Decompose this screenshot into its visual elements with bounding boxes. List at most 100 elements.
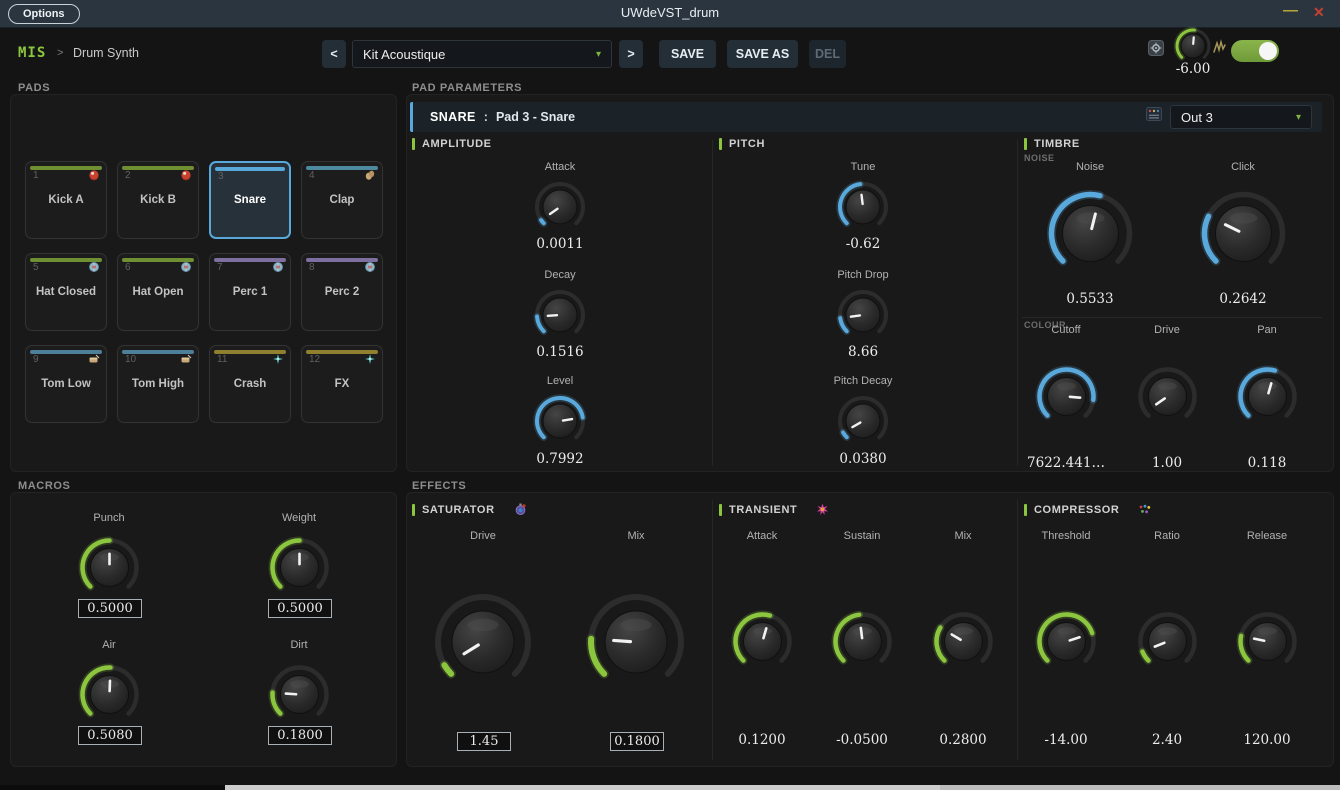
pad-number: 9	[33, 354, 39, 365]
pad-crash[interactable]: 11Crash	[209, 345, 291, 423]
pad-hat-closed[interactable]: 5Hat Closed	[25, 253, 107, 331]
next-preset-button[interactable]: >	[619, 40, 643, 68]
pad-hat-open[interactable]: 6Hat Open	[117, 253, 199, 331]
knob-pitch-drop[interactable]	[834, 286, 892, 349]
knob-value-macro-dirt[interactable]: 0.1800	[268, 726, 332, 745]
compressor-icon	[1138, 503, 1152, 516]
knob-value-sat-drive[interactable]: 1.45	[457, 732, 511, 751]
knob-timbre-drive[interactable]	[1134, 363, 1201, 435]
close-button[interactable]: ✕	[1313, 4, 1325, 21]
output-select-value: Out 3	[1181, 110, 1213, 125]
saturator-title: SATURATOR	[422, 504, 495, 516]
knob-timbre-noise[interactable]	[1044, 187, 1137, 285]
knob-timbre-click[interactable]	[1197, 187, 1290, 285]
tom-icon	[88, 353, 100, 365]
knob-amp-level[interactable]	[531, 392, 589, 455]
pad-label: Tom Low	[26, 378, 106, 390]
pad-tom-high[interactable]: 10Tom High	[117, 345, 199, 423]
column-divider	[1017, 140, 1018, 466]
pad-kick-a[interactable]: 1Kick A	[25, 161, 107, 239]
minimize-button[interactable]: —	[1283, 2, 1298, 19]
macros-panel	[10, 492, 397, 767]
cymbal-icon	[364, 261, 376, 273]
preset-select-value: Kit Acoustique	[363, 47, 445, 62]
knob-trans-mix[interactable]	[930, 608, 997, 680]
knob-comp-threshold[interactable]	[1033, 608, 1100, 680]
save-as-button[interactable]: SAVE AS	[727, 40, 798, 68]
pad-label: Kick B	[118, 194, 198, 206]
crash-icon	[272, 353, 284, 365]
knob-label-timbre-pan: Pan	[1207, 324, 1327, 336]
knob-macro-air[interactable]	[76, 661, 143, 733]
preset-select[interactable]: Kit Acoustique ▾	[352, 40, 612, 68]
knob-sat-drive[interactable]	[430, 589, 536, 700]
knob-value-sat-mix[interactable]: 0.1800	[610, 732, 664, 751]
knob-label-amp-level: Level	[500, 375, 620, 387]
knob-macro-weight[interactable]	[266, 534, 333, 606]
output-select[interactable]: Out 3 ▾	[1170, 105, 1312, 129]
pad-number: 3	[218, 171, 224, 182]
toggle-thumb	[1259, 42, 1277, 60]
knob-comp-ratio[interactable]	[1134, 608, 1201, 680]
knob-value-master-volume: -6.00	[1133, 61, 1253, 77]
knob-value-trans-mix: 0.2800	[903, 732, 1023, 748]
compressor-title: COMPRESSOR	[1034, 504, 1119, 516]
master-power-toggle[interactable]	[1231, 40, 1279, 62]
section-accent	[1024, 138, 1027, 150]
scrollbar-thumb[interactable]	[225, 785, 940, 790]
pad-perc-1[interactable]: 7Perc 1	[209, 253, 291, 331]
knob-timbre-pan[interactable]	[1234, 363, 1301, 435]
pad-clap[interactable]: 4Clap	[301, 161, 383, 239]
knob-value-macro-weight[interactable]: 0.5000	[268, 599, 332, 618]
selected-pad-name: SNARE	[430, 110, 476, 124]
knob-label-comp-release: Release	[1207, 530, 1327, 542]
plugin-window: Options UWdeVST_drum — ✕ MIS > Drum Synt…	[0, 0, 1340, 790]
save-button[interactable]: SAVE	[659, 40, 716, 68]
cymbal-icon	[180, 261, 192, 273]
knob-label-macro-weight: Weight	[239, 512, 359, 524]
knob-timbre-cutoff[interactable]	[1033, 363, 1100, 435]
master-settings-icon[interactable]	[1148, 40, 1164, 56]
effects-panel-title: EFFECTS	[412, 480, 466, 492]
knob-pitch-decay[interactable]	[834, 392, 892, 455]
column-divider	[712, 140, 713, 466]
transient-title: TRANSIENT	[729, 504, 797, 516]
knob-pitch-tune[interactable]	[834, 178, 892, 241]
section-accent	[412, 138, 415, 150]
section-accent	[719, 138, 722, 150]
scrollbar-track[interactable]	[940, 785, 1340, 790]
knob-trans-sustain[interactable]	[829, 608, 896, 680]
knob-amp-decay[interactable]	[531, 286, 589, 349]
pad-label: FX	[302, 378, 382, 390]
knob-comp-release[interactable]	[1234, 608, 1301, 680]
pad-number: 5	[33, 262, 39, 273]
prev-preset-button[interactable]: <	[322, 40, 346, 68]
knob-value-macro-air[interactable]: 0.5080	[78, 726, 142, 745]
pad-number: 10	[125, 354, 136, 365]
timbre-divider	[1022, 317, 1322, 318]
pad-snare[interactable]: 3Snare	[209, 161, 291, 239]
knob-macro-punch[interactable]	[76, 534, 143, 606]
pad-tom-low[interactable]: 9 Tom Low	[25, 345, 107, 423]
knob-trans-attack[interactable]	[729, 608, 796, 680]
pad-kick-b[interactable]: 2Kick B	[117, 161, 199, 239]
pad-number: 12	[309, 354, 320, 365]
knob-sat-mix[interactable]	[583, 589, 689, 700]
knob-macro-dirt[interactable]	[266, 661, 333, 733]
knob-amp-attack[interactable]	[531, 178, 589, 241]
crash-icon	[364, 353, 376, 365]
delete-preset-button[interactable]: DEL	[809, 40, 846, 68]
macros-panel-title: MACROS	[18, 480, 71, 492]
pad-fx[interactable]: 12 FX	[301, 345, 383, 423]
knob-value-macro-punch[interactable]: 0.5000	[78, 599, 142, 618]
saturator-section-header: SATURATOR	[412, 503, 527, 516]
output-routing-icon	[1146, 107, 1162, 121]
knob-label-amp-decay: Decay	[500, 269, 620, 281]
pad-number: 7	[217, 262, 223, 273]
pitch-section-header: PITCH	[719, 138, 765, 150]
pad-perc-2[interactable]: 8Perc 2	[301, 253, 383, 331]
knob-label-macro-dirt: Dirt	[239, 639, 359, 651]
knob-value-amp-level: 0.7992	[500, 451, 620, 467]
section-accent	[412, 504, 415, 516]
pad-parameters-title: PAD PARAMETERS	[412, 82, 522, 94]
